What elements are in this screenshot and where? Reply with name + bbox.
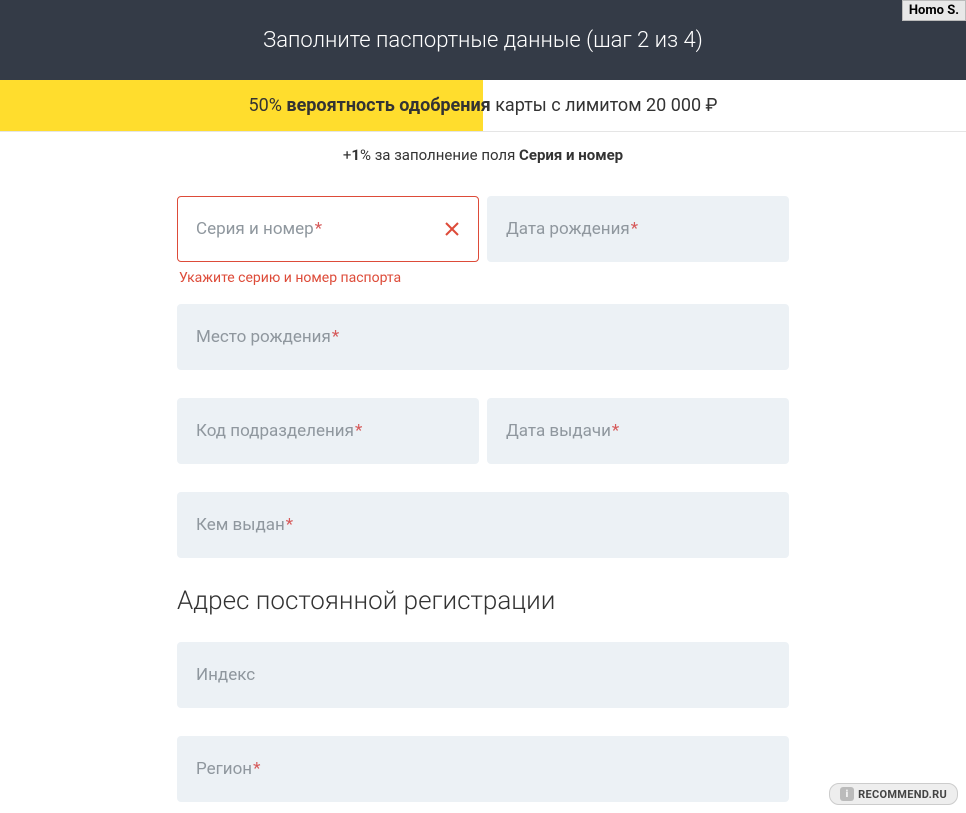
birth-date-field[interactable]: Дата рождения* — [487, 196, 789, 262]
department-code-field[interactable]: Код подразделения* — [177, 398, 479, 464]
field-label: Кем выдан — [196, 515, 285, 535]
watermark: i RECOMMEND.RU — [829, 783, 958, 805]
series-number-field[interactable]: Серия и номер* — [177, 196, 479, 262]
progress-percent: 50% — [249, 95, 282, 116]
field-label: Место рождения — [196, 327, 331, 347]
issue-date-field[interactable]: Дата выдачи* — [487, 398, 789, 464]
field-label: Дата рождения — [506, 219, 630, 239]
bonus-hint: +1% за заполнение поля Серия и номер — [0, 132, 966, 172]
hint-one: 1 — [351, 146, 360, 164]
page-title: Заполните паспортные данные (шаг 2 из 4) — [263, 28, 703, 53]
postal-index-field[interactable]: Индекс — [177, 642, 789, 708]
field-label: Дата выдачи — [506, 421, 611, 441]
user-tag: Homo S. — [902, 0, 966, 21]
hint-bold: Серия и номер — [519, 146, 623, 164]
series-error-message: Укажите серию и номер паспорта — [179, 270, 789, 286]
required-star: * — [612, 421, 619, 441]
progress-rest: карты с лимитом 20 000 ₽ — [495, 95, 717, 116]
close-icon[interactable] — [444, 221, 460, 237]
required-star: * — [355, 421, 362, 441]
required-star: * — [631, 219, 638, 239]
page-header: Заполните паспортные данные (шаг 2 из 4)… — [0, 0, 966, 80]
registration-address-title: Адрес постоянной регистрации — [177, 586, 789, 616]
required-star: * — [332, 327, 339, 347]
hint-pct-text: % за заполнение поля — [360, 146, 519, 164]
progress-bold: вероятность одобрения — [286, 95, 490, 116]
required-star: * — [315, 219, 322, 239]
approval-progress-bar: 50% вероятность одобрения карты с лимито… — [0, 80, 966, 132]
info-icon: i — [840, 787, 854, 801]
required-star: * — [253, 759, 260, 779]
progress-text: 50% вероятность одобрения карты с лимито… — [249, 95, 718, 116]
birth-place-field[interactable]: Место рождения* — [177, 304, 789, 370]
issued-by-field[interactable]: Кем выдан* — [177, 492, 789, 558]
passport-form: Серия и номер* Дата рождения* Укажите се… — [177, 196, 789, 802]
field-label: Индекс — [196, 665, 255, 685]
required-star: * — [286, 515, 293, 535]
region-field[interactable]: Регион* — [177, 736, 789, 802]
field-label: Код подразделения — [196, 421, 354, 441]
field-label: Серия и номер — [196, 219, 314, 239]
field-label: Регион — [196, 759, 252, 779]
watermark-text: RECOMMEND.RU — [858, 788, 947, 801]
